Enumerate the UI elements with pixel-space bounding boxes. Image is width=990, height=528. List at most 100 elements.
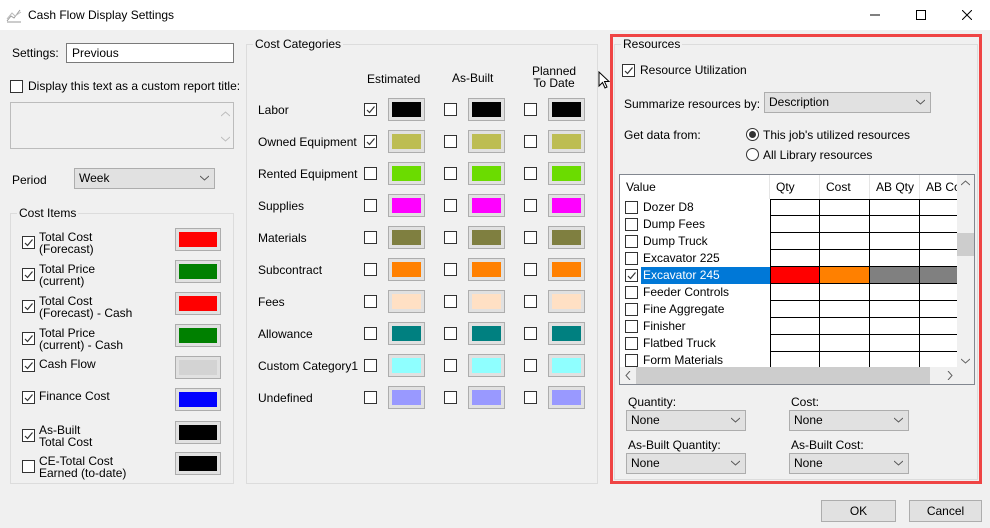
cost-category-checkbox[interactable] [444,167,457,180]
cost-category-checkbox[interactable] [524,103,537,116]
cost-category-color-button[interactable] [388,98,425,121]
cost-category-checkbox[interactable] [364,167,377,180]
cost-item-checkbox[interactable] [22,460,35,473]
cost-category-checkbox[interactable] [524,231,537,244]
resource-utilization-checkbox[interactable] [622,64,635,77]
cost-category-color-button[interactable] [548,162,585,185]
radio-job-utilized[interactable] [746,128,759,141]
cost-category-color-button[interactable] [548,258,585,281]
grid-row[interactable]: Dozer D8 [620,199,960,216]
cost-category-checkbox[interactable] [364,391,377,404]
close-button[interactable] [944,0,990,30]
grid-row-checkbox[interactable] [625,235,638,248]
cost-item-color-button[interactable] [175,421,221,444]
cost-category-color-button[interactable] [468,354,505,377]
vertical-scrollbar[interactable] [957,175,974,368]
scroll-up-icon[interactable] [961,180,970,186]
grid-color-cell[interactable] [770,301,820,318]
cancel-button[interactable]: Cancel [909,500,982,522]
cost-category-checkbox[interactable] [364,231,377,244]
minimize-button[interactable] [852,0,898,30]
scroll-right-icon[interactable] [947,371,953,380]
vertical-scroll-thumb[interactable] [957,233,974,256]
grid-color-cell[interactable] [770,216,820,233]
cost-category-color-button[interactable] [388,162,425,185]
cost-category-color-button[interactable] [468,226,505,249]
cost-category-color-button[interactable] [548,130,585,153]
cost-category-checkbox[interactable] [444,231,457,244]
scroll-down-icon[interactable] [961,358,970,364]
grid-color-cell[interactable] [870,233,920,250]
period-select[interactable]: Week [74,168,215,189]
grid-color-cell[interactable] [870,318,920,335]
cost-category-checkbox[interactable] [524,167,537,180]
grid-row-checkbox[interactable] [625,201,638,214]
grid-color-cell[interactable] [870,250,920,267]
grid-color-cell[interactable] [820,250,870,267]
grid-color-cell[interactable] [820,233,870,250]
cost-category-checkbox[interactable] [364,295,377,308]
cost-item-checkbox[interactable] [22,391,35,404]
grid-row-checkbox[interactable] [625,354,638,367]
radio-all-library[interactable] [746,148,759,161]
cost-category-color-button[interactable] [388,322,425,345]
grid-color-cell[interactable] [820,284,870,301]
summarize-select[interactable]: Description [764,92,931,113]
cost-category-color-button[interactable] [548,354,585,377]
grid-row[interactable]: Fine Aggregate [620,301,960,318]
cost-item-color-button[interactable] [175,292,221,315]
cost-category-color-button[interactable] [548,98,585,121]
cost-category-checkbox[interactable] [444,263,457,276]
grid-color-cell[interactable] [920,199,960,216]
cost-category-checkbox[interactable] [444,391,457,404]
cost-category-color-button[interactable] [468,290,505,313]
ab-quantity-select[interactable]: None [626,453,746,474]
cost-item-color-button[interactable] [175,356,221,379]
cost-category-color-button[interactable] [468,162,505,185]
grid-color-cell[interactable] [920,267,960,284]
ab-cost-select[interactable]: None [789,453,909,474]
grid-color-cell[interactable] [770,335,820,352]
cost-category-color-button[interactable] [388,258,425,281]
grid-color-cell[interactable] [870,199,920,216]
grid-color-cell[interactable] [870,216,920,233]
cost-category-checkbox[interactable] [524,199,537,212]
grid-header-ab-cost[interactable]: AB Co [920,175,960,199]
cost-category-color-button[interactable] [468,386,505,409]
cost-item-color-button[interactable] [175,388,221,411]
cost-category-checkbox[interactable] [364,135,377,148]
cost-category-color-button[interactable] [388,354,425,377]
grid-color-cell[interactable] [820,267,870,284]
grid-color-cell[interactable] [820,335,870,352]
quantity-select[interactable]: None [626,410,746,431]
grid-row-checkbox[interactable] [625,269,638,282]
cost-category-checkbox[interactable] [364,199,377,212]
grid-color-cell[interactable] [770,284,820,301]
grid-row-checkbox[interactable] [625,218,638,231]
grid-row[interactable]: Dump Truck [620,233,960,250]
settings-input[interactable]: Previous [66,43,234,63]
grid-row[interactable]: Excavator 225 [620,250,960,267]
cost-item-checkbox[interactable] [22,429,35,442]
scroll-down-icon[interactable] [221,136,230,142]
cost-category-color-button[interactable] [468,98,505,121]
cost-category-color-button[interactable] [468,194,505,217]
grid-color-cell[interactable] [920,233,960,250]
cost-category-color-button[interactable] [468,322,505,345]
grid-row-checkbox[interactable] [625,252,638,265]
cost-category-checkbox[interactable] [444,103,457,116]
cost-item-checkbox[interactable] [22,359,35,372]
grid-row[interactable]: Finisher [620,318,960,335]
grid-color-cell[interactable] [920,284,960,301]
grid-color-cell[interactable] [770,318,820,335]
cost-category-checkbox[interactable] [444,359,457,372]
cost-category-checkbox[interactable] [524,263,537,276]
grid-row-checkbox[interactable] [625,286,638,299]
grid-color-cell[interactable] [920,335,960,352]
cost-category-checkbox[interactable] [524,295,537,308]
custom-title-checkbox[interactable] [10,80,23,93]
cost-category-checkbox[interactable] [524,359,537,372]
cost-category-color-button[interactable] [548,386,585,409]
grid-header-ab-qty[interactable]: AB Qty [870,175,920,199]
cost-select[interactable]: None [789,410,909,431]
